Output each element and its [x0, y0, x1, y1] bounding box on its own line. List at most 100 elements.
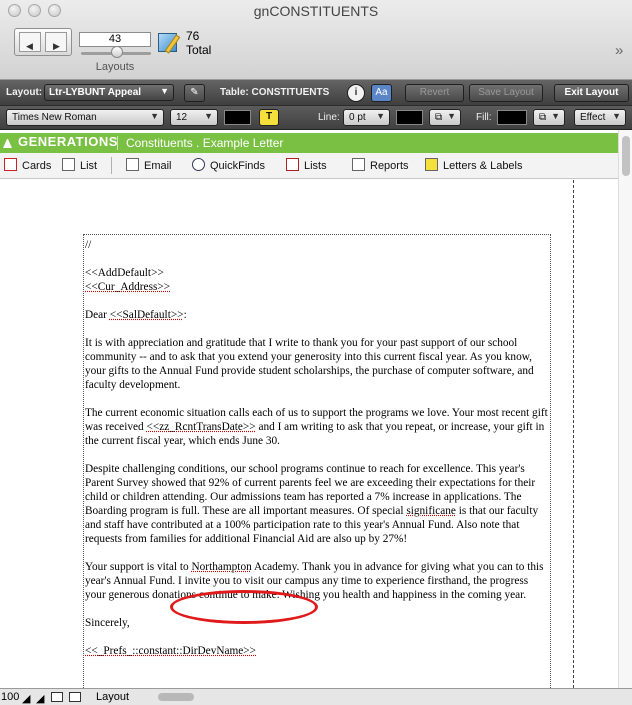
zoom-level[interactable]: 100	[1, 691, 19, 703]
arrow-right-icon: ▶	[53, 41, 60, 51]
salutation: Dear <<SalDefault>>:	[85, 308, 551, 322]
paragraph-4-start: Your support is vital to	[85, 561, 192, 573]
nav-cards[interactable]: Cards	[4, 158, 51, 172]
line-width-value: 0 pt	[349, 112, 366, 123]
lists-icon	[286, 158, 299, 171]
table-label: Table: CONSTITUENTS	[220, 87, 330, 98]
misspelled-word: significane	[406, 505, 456, 517]
record-total-count: 76	[186, 29, 200, 43]
font-size-value: 12	[176, 112, 188, 123]
horizontal-scroll-thumb[interactable]	[158, 693, 194, 701]
edit-layout-pencil-icon[interactable]: ✎	[184, 84, 205, 102]
nav-reports-label: Reports	[370, 160, 409, 172]
info-icon[interactable]: i	[347, 84, 365, 102]
nav-quickfinds[interactable]: QuickFinds	[192, 158, 265, 172]
flagged-word: Northampton	[191, 561, 252, 573]
total-label: Total	[186, 43, 212, 57]
paragraph-2: The current economic situation calls eac…	[85, 406, 551, 448]
nav-reports[interactable]: Reports	[352, 158, 409, 172]
save-layout-button[interactable]: Save Layout	[469, 84, 543, 102]
email-icon	[126, 158, 139, 171]
merge-field-cur-address: <<Cur_Address>>	[85, 281, 171, 293]
generations-banner: GENERATIONS Constituents . Example Lette…	[0, 133, 618, 153]
line-width-popup[interactable]: 0 pt ▼	[343, 109, 390, 126]
chevron-double-right-icon[interactable]: »	[615, 42, 623, 59]
effect-popup[interactable]: Effect ▼	[574, 109, 626, 126]
pattern-icon: ⧉	[435, 112, 443, 123]
layout-canvas[interactable]: // <<AddDefault>> <<Cur_Address>> Dear <…	[0, 180, 618, 688]
toggle-formatting-bar-icon[interactable]	[69, 692, 81, 702]
chevron-down-icon: ▼	[160, 86, 169, 96]
nav-lists-label: Lists	[304, 160, 327, 172]
text-highlight-button[interactable]: T	[259, 109, 279, 126]
banner-title: Constituents . Example Letter	[126, 136, 284, 150]
nav-cards-label: Cards	[22, 160, 52, 172]
chevron-down-icon: ▼	[612, 111, 621, 121]
nav-quickfinds-label: QuickFinds	[210, 160, 266, 172]
brand-name: GENERATIONS	[18, 134, 118, 149]
paragraph-1: It is with appreciation and gratitude th…	[85, 337, 534, 391]
line-pattern-popup[interactable]: ⧉ ▼	[429, 109, 461, 126]
text-color-swatch[interactable]	[224, 110, 251, 125]
salutation-colon: :	[183, 309, 187, 321]
exit-layout-button[interactable]: Exit Layout	[554, 84, 629, 102]
font-value: Times New Roman	[12, 112, 97, 123]
line-color-swatch[interactable]	[396, 110, 423, 125]
revert-button[interactable]: Revert	[405, 84, 464, 102]
chevron-down-icon: ▼	[150, 111, 159, 121]
previous-record-button[interactable]: ◀	[19, 32, 41, 52]
red-highlight-ellipse	[170, 590, 318, 624]
current-record-input[interactable]: 43	[79, 32, 151, 47]
cards-icon	[4, 158, 17, 171]
vertical-scroll-thumb[interactable]	[622, 136, 630, 176]
vertical-scrollbar[interactable]	[618, 130, 632, 688]
nav-list-label: List	[80, 160, 98, 172]
font-popup[interactable]: Times New Roman ▼	[6, 109, 164, 126]
effect-value: Effect	[580, 112, 606, 123]
nav-letters-labels[interactable]: Letters & Labels	[425, 158, 523, 172]
layouts-label: Layouts	[95, 61, 135, 73]
fill-color-swatch[interactable]	[497, 110, 527, 125]
list-icon	[62, 158, 75, 171]
merge-field-sal-default: <<SalDefault>>	[109, 309, 184, 321]
horizontal-scrollbar[interactable]	[150, 693, 615, 701]
closing: Sincerely,	[85, 617, 130, 629]
magnifier-icon	[192, 158, 205, 171]
nav-letters-labels-label: Letters & Labels	[443, 160, 523, 172]
record-slider-thumb[interactable]	[111, 46, 123, 58]
next-record-button[interactable]: ▶	[45, 32, 67, 52]
nav-list[interactable]: List	[62, 158, 97, 172]
themes-icon[interactable]: Aa	[371, 84, 392, 102]
letter-body: // <<AddDefault>> <<Cur_Address>> Dear <…	[85, 238, 551, 672]
fill-label: Fill:	[476, 112, 492, 123]
record-book-navigator[interactable]: ◀ ▶	[14, 28, 72, 56]
letters-icon	[425, 158, 438, 171]
paragraph-3: Despite challenging conditions, our scho…	[85, 462, 551, 546]
letter-text-object[interactable]: // <<AddDefault>> <<Cur_Address>> Dear <…	[83, 234, 551, 688]
merge-field-add-default: <<AddDefault>>	[85, 267, 164, 279]
layout-bar: Layout: Ltr-LYBUNT Appeal ▼ ✎ Table: CON…	[0, 80, 632, 106]
salutation-text: Dear	[85, 309, 110, 321]
nav-separator	[111, 157, 112, 174]
page-boundary-guide	[573, 180, 574, 688]
merge-field-signature: <<_Prefs_::constant::DirDevName>>	[85, 645, 257, 657]
layout-popup[interactable]: Ltr-LYBUNT Appeal ▼	[44, 84, 174, 101]
font-size-popup[interactable]: 12 ▼	[170, 109, 218, 126]
paragraph-4: Your support is vital to Northampton Aca…	[85, 560, 551, 602]
layout-popup-value: Ltr-LYBUNT Appeal	[49, 87, 142, 98]
format-bar: Times New Roman ▼ 12 ▼ T Line: 0 pt ▼ ⧉ ▼…	[0, 106, 632, 130]
zoom-in-icon[interactable]: ◢	[36, 692, 48, 705]
arrow-left-icon: ◀	[26, 41, 33, 51]
status-bar: 100 ◢ ◢ Layout	[0, 688, 632, 705]
mode-label[interactable]: Layout	[96, 691, 129, 703]
fill-pattern-popup[interactable]: ⧉ ▼	[533, 109, 565, 126]
letter-line: //	[85, 239, 92, 251]
nav-lists[interactable]: Lists	[286, 158, 327, 172]
nav-email[interactable]: Email	[126, 158, 172, 172]
chevron-down-icon: ▼	[376, 111, 385, 121]
line-label: Line:	[318, 112, 340, 123]
toggle-toolbar-icon[interactable]	[51, 692, 63, 702]
zoom-out-icon[interactable]: ◢	[22, 692, 34, 705]
chevron-down-icon: ▼	[551, 111, 560, 121]
chevron-down-icon: ▼	[447, 111, 456, 121]
